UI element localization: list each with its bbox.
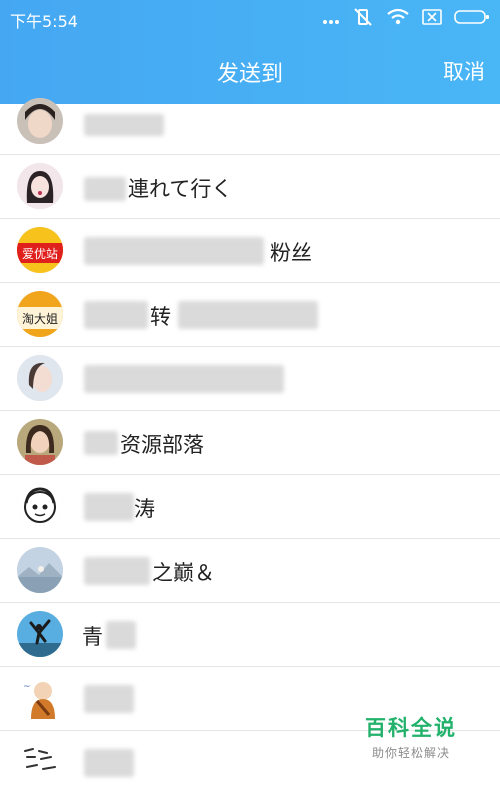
watermark-title: 百科全说	[365, 716, 457, 740]
contact-row[interactable]	[0, 98, 500, 155]
redacted-name	[84, 557, 150, 585]
status-icons	[322, 7, 490, 31]
contact-name: 转	[150, 305, 171, 329]
app-header: 下午5:54 发送到 取消	[0, 0, 500, 104]
nav-bar: 发送到 取消	[0, 48, 500, 92]
contact-name: 涛	[134, 497, 155, 521]
watermark-subtitle: 助你轻松解决	[371, 746, 450, 760]
contact-row[interactable]	[0, 347, 500, 411]
redacted-name	[84, 365, 284, 393]
cancel-button[interactable]: 取消	[443, 56, 485, 86]
contact-row[interactable]: 资源部落	[0, 411, 500, 475]
contact-row[interactable]: 涛	[0, 475, 500, 539]
redacted-name	[84, 685, 134, 713]
contact-name: 連れて行く	[128, 177, 233, 201]
svg-text:~: ~	[23, 682, 31, 692]
redacted-name	[84, 237, 264, 265]
redacted-name	[178, 301, 318, 329]
redacted-name	[84, 749, 134, 777]
redacted-name	[84, 301, 148, 329]
contact-name: 青	[82, 625, 103, 649]
sim-card-icon	[422, 9, 442, 29]
more-dots-icon	[322, 10, 340, 29]
woman-photo-avatar	[17, 419, 63, 465]
wifi-icon	[386, 8, 410, 30]
contact-name: 之巅＆	[152, 561, 215, 585]
aiyouzhan-badge-avatar: 爱优站	[17, 227, 63, 273]
contact-row[interactable]: 之巅＆	[0, 539, 500, 603]
svg-text:爱优站: 爱优站	[22, 247, 58, 261]
girl-photo-avatar	[17, 355, 63, 401]
status-time: 下午5:54	[10, 12, 78, 31]
contact-name: 资源部落	[120, 433, 204, 457]
status-bar: 下午5:54	[0, 0, 500, 36]
contact-list: 連れて行く 爱优站 粉丝 淘大姐 转 资源部落 涛 之巅＆ 青 ~	[0, 98, 500, 794]
handwriting-avatar	[17, 739, 63, 785]
landscape-photo-avatar	[17, 547, 63, 593]
contact-name: 粉丝	[270, 241, 312, 265]
contact-row[interactable]: 連れて行く	[0, 155, 500, 219]
redacted-name	[84, 493, 134, 521]
redacted-name	[84, 431, 118, 455]
taodajie-badge-avatar: 淘大姐	[17, 291, 63, 337]
watermark-logo: 百科全说 助你轻松解决	[356, 712, 466, 761]
page-title: 发送到	[216, 62, 283, 87]
contact-row[interactable]: 淘大姐 转	[0, 283, 500, 347]
girl-photo-avatar	[17, 98, 63, 144]
contact-row[interactable]: 青	[0, 603, 500, 667]
redacted-name	[84, 177, 126, 201]
monk-cartoon-avatar: ~	[17, 675, 63, 721]
contact-row[interactable]: 爱优站 粉丝	[0, 219, 500, 283]
cartoon-face-avatar	[17, 483, 63, 529]
illustrated-girl-avatar	[17, 163, 63, 209]
redacted-name	[84, 114, 164, 136]
jumping-person-avatar	[17, 611, 63, 657]
redacted-name	[106, 621, 136, 649]
battery-icon	[454, 9, 490, 29]
vibrate-off-icon	[352, 7, 374, 31]
svg-text:淘大姐: 淘大姐	[22, 312, 58, 326]
